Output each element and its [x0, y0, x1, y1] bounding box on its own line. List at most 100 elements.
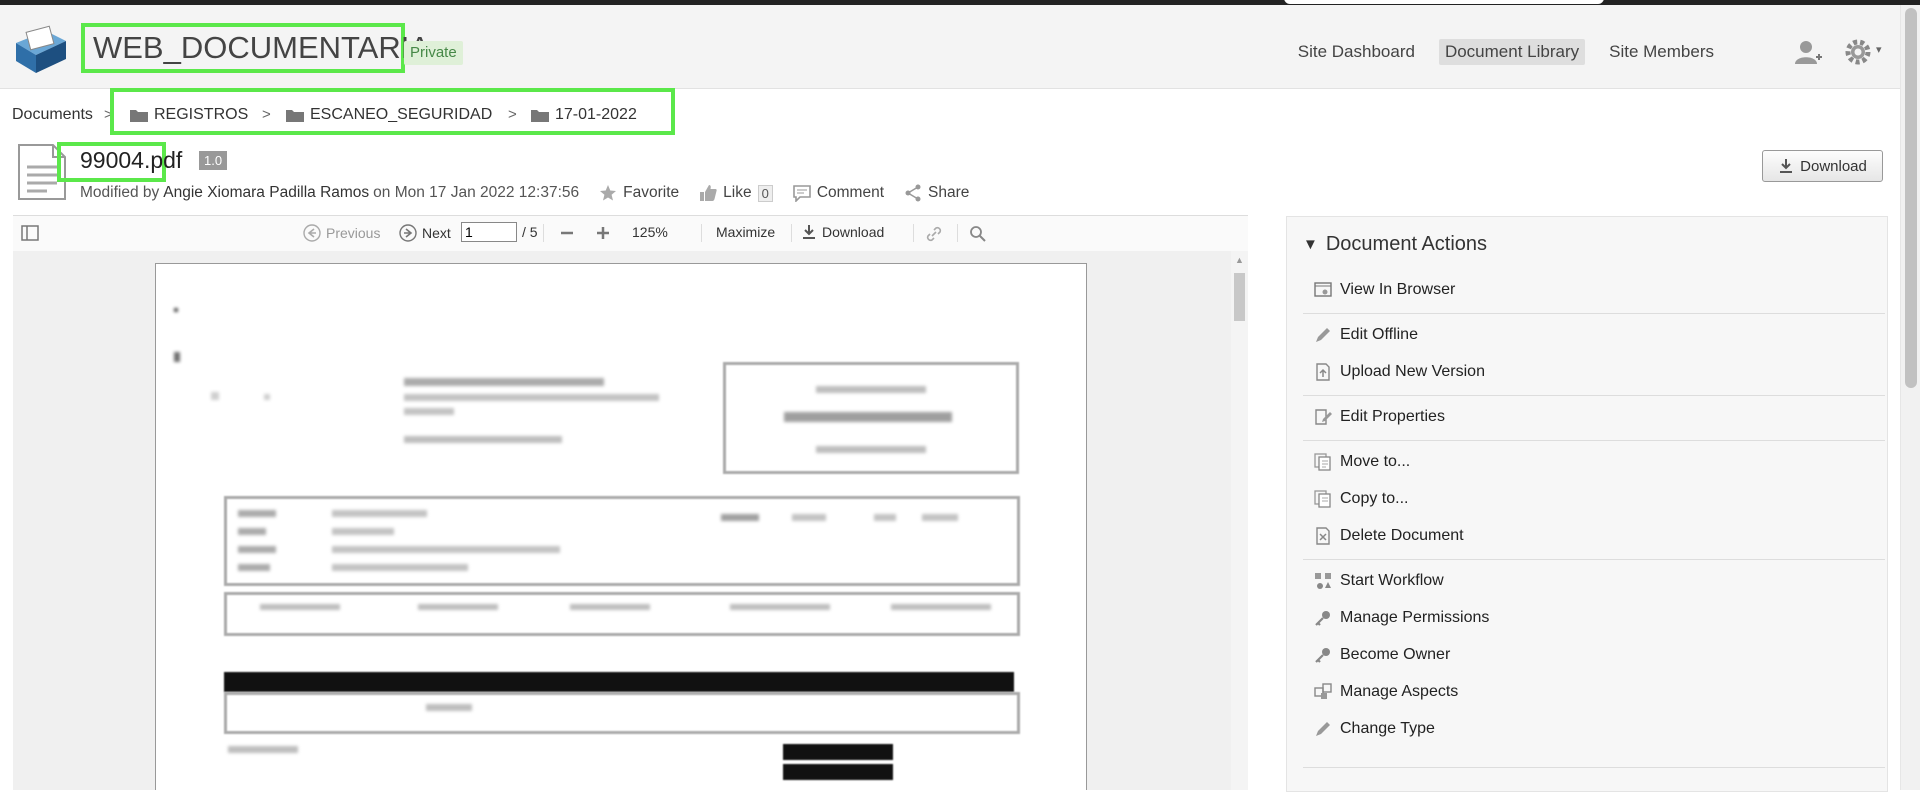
- action-label: Become Owner: [1340, 646, 1451, 663]
- download-icon: [803, 225, 815, 239]
- breadcrumb-item-registros[interactable]: REGISTROS: [130, 106, 248, 124]
- next-page-button[interactable]: Next: [399, 224, 451, 242]
- site-nav: Site Dashboard Document Library Site Mem…: [1292, 39, 1720, 65]
- comment-label: Comment: [816, 184, 885, 201]
- action-label: Copy to...: [1340, 490, 1409, 507]
- previous-page-button[interactable]: Previous: [303, 224, 380, 242]
- nav-site-dashboard[interactable]: Site Dashboard: [1292, 39, 1421, 65]
- action-copy-to[interactable]: Copy to...: [1314, 490, 1408, 508]
- like-label: Like: [723, 184, 752, 201]
- nav-site-members[interactable]: Site Members: [1603, 39, 1720, 65]
- toolbar-divider: [701, 224, 702, 242]
- action-label: Move to...: [1340, 453, 1411, 470]
- action-label: Change Type: [1340, 720, 1435, 737]
- collapse-triangle-icon: ▼: [1303, 236, 1318, 253]
- action-upload-new-version[interactable]: Upload New Version: [1314, 363, 1485, 381]
- page-number-group: / 5: [461, 222, 538, 242]
- action-label: Start Workflow: [1340, 572, 1444, 589]
- page-number-input[interactable]: [461, 222, 517, 242]
- workflow-icon: [1315, 573, 1331, 589]
- favorite-label: Favorite: [623, 184, 680, 201]
- arrow-right-icon: [399, 224, 417, 242]
- download-button[interactable]: Download: [1762, 150, 1883, 182]
- document-viewer[interactable]: ▲: [13, 251, 1248, 790]
- toolbar-divider: [913, 224, 914, 242]
- zoom-in-icon[interactable]: [595, 225, 611, 241]
- zoom-level[interactable]: 125%: [632, 224, 668, 240]
- site-logo-icon[interactable]: [12, 25, 70, 77]
- breadcrumb-item-escaneo-seguridad[interactable]: ESCANEO_SEGURIDAD: [286, 106, 492, 124]
- comment-icon: [793, 185, 811, 202]
- comment-button[interactable]: Comment: [793, 184, 884, 202]
- arrow-left-icon: [303, 224, 321, 242]
- zoom-out-icon[interactable]: [559, 225, 575, 241]
- action-change-type[interactable]: Change Type: [1314, 720, 1435, 738]
- action-delete-document[interactable]: Delete Document: [1314, 527, 1464, 545]
- pencil-icon: [1316, 722, 1330, 736]
- action-label: Edit Properties: [1340, 408, 1445, 425]
- breadcrumb-label: 17-01-2022: [555, 106, 637, 123]
- modified-prefix: Modified by: [80, 184, 160, 201]
- document-title: 99004.pdf: [80, 147, 183, 173]
- maximize-button[interactable]: Maximize: [716, 224, 775, 240]
- modified-by-link[interactable]: Angie Xiomara Padilla Ramos: [163, 184, 369, 202]
- link-icon[interactable]: [925, 225, 943, 243]
- delete-icon: [1316, 527, 1330, 545]
- invite-user-icon[interactable]: [1794, 38, 1822, 66]
- sidebar-toggle-icon[interactable]: [21, 225, 39, 241]
- viewer-download-button[interactable]: Download: [801, 224, 884, 240]
- key-icon: [1315, 648, 1330, 663]
- document-actions-title: Document Actions: [1325, 233, 1488, 255]
- search-icon[interactable]: [969, 225, 987, 243]
- action-label: Upload New Version: [1340, 363, 1485, 380]
- action-label: View In Browser: [1340, 281, 1456, 298]
- action-label: Manage Aspects: [1340, 683, 1459, 700]
- folder-icon: [531, 110, 549, 122]
- favorite-button[interactable]: Favorite: [599, 184, 679, 202]
- download-label: Download: [1800, 157, 1867, 175]
- action-start-workflow[interactable]: Start Workflow: [1314, 572, 1444, 590]
- gear-icon[interactable]: [1843, 37, 1873, 67]
- breadcrumb-separator: >: [508, 106, 517, 123]
- copy-icon: [1314, 490, 1331, 508]
- breadcrumb-documents[interactable]: Documents: [12, 106, 93, 124]
- viewer-toolbar: Previous Next / 5 125% Maximize Download: [13, 215, 1248, 252]
- like-count: 0: [757, 184, 773, 202]
- next-label: Next: [422, 225, 451, 241]
- share-button[interactable]: Share: [904, 184, 969, 202]
- divider: [1303, 559, 1885, 560]
- document-actions-header[interactable]: ▼ Document Actions: [1303, 233, 1487, 256]
- action-move-to[interactable]: Move to...: [1314, 453, 1410, 471]
- like-button[interactable]: Like 0: [699, 184, 773, 202]
- action-edit-offline[interactable]: Edit Offline: [1314, 326, 1418, 344]
- breadcrumb-separator: >: [262, 106, 271, 123]
- site-title[interactable]: WEB_DOCUMENTARIA: [81, 23, 430, 73]
- action-become-owner[interactable]: Become Owner: [1314, 646, 1450, 664]
- page-total: / 5: [522, 224, 538, 240]
- divider: [1303, 395, 1885, 396]
- action-label: Delete Document: [1340, 527, 1464, 544]
- site-header: WEB_DOCUMENTARIA Private Site Dashboard …: [0, 5, 1900, 89]
- action-view-in-browser[interactable]: View In Browser: [1314, 281, 1455, 299]
- private-badge: Private: [404, 41, 463, 65]
- folder-icon: [130, 110, 148, 122]
- document-actions-panel: ▼ Document Actions View In Browser Edit …: [1286, 216, 1888, 792]
- chevron-down-icon[interactable]: ▾: [1876, 43, 1882, 56]
- toolbar-divider: [957, 224, 958, 242]
- upload-icon: [1316, 363, 1330, 381]
- download-icon: [1780, 159, 1793, 173]
- share-label: Share: [928, 184, 970, 201]
- toolbar-divider: [791, 224, 792, 242]
- action-label: Edit Offline: [1340, 326, 1418, 343]
- page-scrollbar[interactable]: [1900, 5, 1920, 790]
- action-manage-permissions[interactable]: Manage Permissions: [1314, 609, 1489, 627]
- version-badge: 1.0: [199, 151, 228, 170]
- action-edit-properties[interactable]: Edit Properties: [1314, 408, 1445, 426]
- breadcrumb-item-date-folder[interactable]: 17-01-2022: [531, 106, 637, 124]
- viewer-scrollbar[interactable]: ▲: [1231, 251, 1248, 790]
- pdf-page-preview: [155, 263, 1087, 790]
- divider: [1303, 313, 1885, 314]
- toolbar-divider: [543, 224, 544, 242]
- action-manage-aspects[interactable]: Manage Aspects: [1314, 683, 1458, 701]
- nav-document-library[interactable]: Document Library: [1438, 39, 1586, 65]
